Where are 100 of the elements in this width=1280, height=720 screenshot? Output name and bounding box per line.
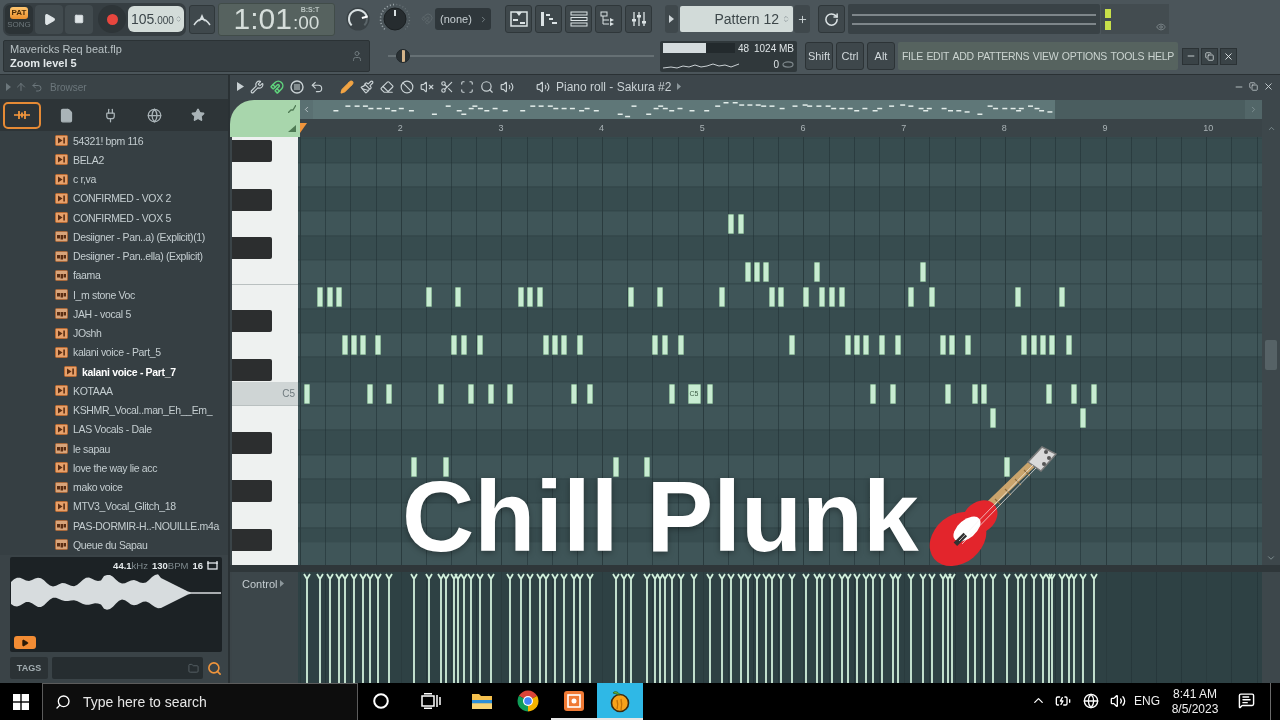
magnifier-icon[interactable]: [480, 79, 494, 94]
browser-tab[interactable]: [3, 101, 41, 129]
browser-item[interactable]: BELA2: [0, 150, 228, 170]
undo-icon[interactable]: [310, 79, 324, 94]
view-button[interactable]: [595, 5, 622, 33]
magnet-icon[interactable]: [270, 79, 284, 94]
view-button[interactable]: [565, 5, 592, 33]
browser-item[interactable]: c r,va: [0, 169, 228, 189]
browser-item[interactable]: CONFIRMED - VOX 5: [0, 208, 228, 228]
browser-item[interactable]: JOshh: [0, 323, 228, 343]
browser-item[interactable]: MTV3_Vocal_Glitch_18: [0, 496, 228, 516]
star-icon: [191, 108, 205, 122]
speaker-icon[interactable]: [500, 79, 514, 94]
menu-item[interactable]: ADD: [952, 50, 974, 62]
sharp-key[interactable]: [232, 188, 272, 211]
pattern-menu-button[interactable]: [665, 5, 678, 33]
minimize-button[interactable]: [1182, 47, 1199, 65]
view-button[interactable]: [535, 5, 562, 33]
menu-item[interactable]: OPTIONS: [1061, 50, 1107, 62]
record-button[interactable]: [98, 5, 126, 33]
menu-item[interactable]: VIEW: [1032, 50, 1059, 62]
close-button[interactable]: [1220, 47, 1237, 65]
view-button[interactable]: [505, 5, 532, 33]
mp3-file-icon: [55, 443, 68, 455]
scissors-icon[interactable]: [440, 79, 454, 94]
browser-item[interactable]: JAH - vocal 5: [0, 304, 228, 324]
menu-item[interactable]: TOOLS: [1110, 50, 1145, 62]
preview-play-button[interactable]: [14, 636, 36, 649]
caret-icon[interactable]: [280, 580, 285, 587]
modifier-key-button[interactable]: Shift: [805, 42, 833, 70]
reset-button[interactable]: [818, 5, 845, 33]
overview-thumb[interactable]: [313, 100, 1055, 119]
browser-item[interactable]: mako voice: [0, 477, 228, 497]
browser-item[interactable]: 54321! bpm 116: [0, 131, 228, 151]
caret-icon[interactable]: [237, 82, 244, 91]
roll-corner-tab[interactable]: [230, 100, 300, 137]
browser-item[interactable]: CONFIRMED - VOX 2: [0, 188, 228, 208]
knob[interactable]: [346, 7, 370, 31]
sharp-key[interactable]: [232, 431, 272, 454]
browser-item[interactable]: Queue du Sapau: [0, 535, 228, 555]
sharp-key[interactable]: [232, 358, 272, 381]
browser-item[interactable]: KSHMR_Vocal..man_Eh__Em_: [0, 400, 228, 420]
search-field[interactable]: Type here to search: [42, 683, 358, 720]
language-indicator[interactable]: ENG: [1130, 683, 1164, 720]
search-input[interactable]: Type here to search: [81, 690, 357, 714]
sharp-key[interactable]: [232, 310, 272, 333]
scroll-thumb[interactable]: [1265, 340, 1277, 370]
taskbar-app-button[interactable]: [597, 683, 643, 720]
mode-option[interactable]: PAT: [9, 6, 29, 19]
close-icon[interactable]: [1263, 81, 1274, 92]
menu-item[interactable]: EDIT: [926, 50, 950, 62]
note: [728, 213, 734, 234]
slider-thumb[interactable]: [395, 49, 410, 63]
browser-item[interactable]: love the way lie acc: [0, 458, 228, 478]
tempo-field[interactable]: 105.000: [128, 6, 184, 32]
selection-icon[interactable]: [460, 79, 474, 94]
tags-field[interactable]: [52, 657, 203, 679]
restore-icon[interactable]: [1249, 82, 1258, 91]
search-icon[interactable]: [207, 660, 222, 676]
browser-item[interactable]: LAS Vocals - Dale: [0, 419, 228, 439]
eraser-icon[interactable]: [380, 79, 394, 94]
snap-dropdown[interactable]: (none): [435, 8, 491, 30]
browser-item[interactable]: faama: [0, 265, 228, 285]
modifier-key-button[interactable]: Ctrl: [836, 42, 864, 70]
clock[interactable]: 8:41 AM 8/5/2023: [1164, 683, 1226, 720]
toolbar-button[interactable]: [189, 4, 215, 34]
sharp-key[interactable]: [232, 237, 272, 260]
app-tile-icon: [563, 689, 585, 712]
browser-item[interactable]: kalani voice - Part_7: [0, 362, 228, 382]
ban-icon[interactable]: [400, 79, 414, 94]
menu-item[interactable]: FILE: [902, 50, 923, 62]
browser-item[interactable]: Desiigner - Pan..ella) (Explicit): [0, 246, 228, 266]
browser-item[interactable]: Desiigner - Pan..a) (Explicit)(1): [0, 227, 228, 247]
restore-button[interactable]: [1201, 47, 1218, 65]
browser-item[interactable]: le sapau: [0, 439, 228, 459]
browser-item[interactable]: I_m stone Voc: [0, 285, 228, 305]
modifier-key-button[interactable]: Alt: [867, 42, 895, 70]
overview-scrollbar[interactable]: [313, 100, 1245, 119]
browser-item[interactable]: KOTAAA: [0, 381, 228, 401]
caret-icon[interactable]: [677, 83, 682, 90]
pencil-icon[interactable]: [340, 79, 354, 94]
lane-label[interactable]: Control: [242, 577, 278, 590]
paintbrush-icon[interactable]: [360, 79, 374, 94]
menu-item[interactable]: PATTERNS: [977, 50, 1030, 62]
pattern-selector[interactable]: Pattern 12: [680, 6, 793, 32]
view-button[interactable]: [625, 5, 652, 33]
browser-item[interactable]: PAS-DORMIR-H..-NOUILLE.m4a: [0, 516, 228, 536]
play-button[interactable]: [35, 4, 63, 34]
muted-speaker-icon[interactable]: [420, 79, 434, 94]
loop-icon: [207, 561, 218, 570]
stop-button[interactable]: [65, 4, 93, 34]
add-pattern-button[interactable]: [794, 5, 810, 33]
sharp-key[interactable]: [232, 529, 272, 552]
wrench-icon[interactable]: [250, 79, 264, 94]
sharp-key[interactable]: [232, 139, 272, 162]
menu-item[interactable]: HELP: [1147, 50, 1174, 62]
globe-icon: [1083, 692, 1099, 709]
browser-item[interactable]: kalani voice - Part_5: [0, 342, 228, 362]
sharp-key[interactable]: [232, 480, 272, 503]
circled-lines-icon[interactable]: [290, 79, 304, 94]
